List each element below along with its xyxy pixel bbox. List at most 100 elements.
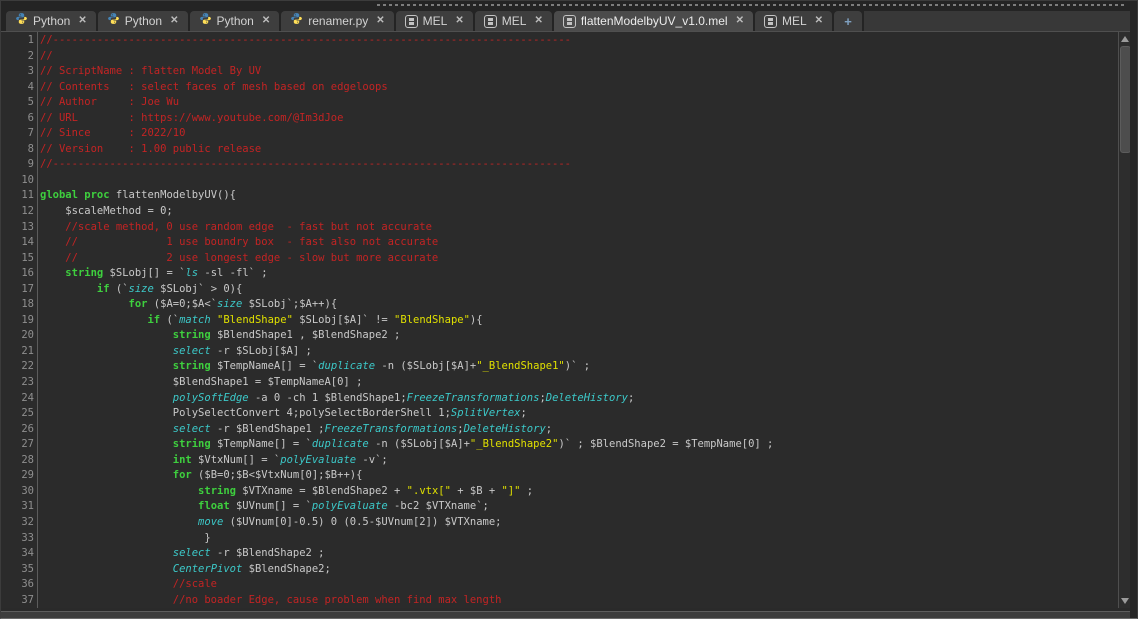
line-number: 21 — [21, 344, 34, 357]
code-line: // URL : https://www.youtube.com/@Im3dJo… — [40, 111, 1118, 127]
horizontal-scrollbar-thumb[interactable] — [1, 611, 1130, 618]
code-line: select -r $BlendShape2 ; — [40, 546, 1118, 562]
tab-close-icon[interactable]: ✕ — [455, 16, 463, 26]
code-token-string: "BlendShape" — [217, 313, 293, 326]
tab-mel[interactable]: MEL ✕ — [395, 11, 473, 31]
tab-flattenmodelbyuv-v1-0-mel[interactable]: flattenModelbyUV_v1.0.mel ✕ — [553, 11, 753, 31]
line-number: 2 — [27, 49, 34, 62]
code-editor[interactable]: 1 2 3 4 5 6 7 8 9 10 11 12 13 14 15 16 17 18 19 20 21 22 23 24 2… — [1, 32, 1118, 608]
code-token-default: -v`; — [356, 453, 388, 466]
code-token-comment: // 2 use longest edge - slow but more ac… — [40, 251, 439, 264]
code-line: $BlendShape1 = $TempNameA[0] ; — [40, 375, 1118, 391]
tab-close-icon[interactable]: ✕ — [534, 16, 542, 26]
code-token-default — [40, 298, 129, 310]
code-token-default: ($UVnum[0]-0.5) 0 (0.5-$UVnum[2]) $VTXna… — [223, 515, 502, 528]
code-token-keyword: string — [172, 438, 211, 451]
code-token-default — [40, 329, 173, 341]
code-token-comment: //--------------------------------------… — [40, 158, 572, 171]
code-token-default: (` — [109, 282, 129, 295]
scroll-down-arrow-icon[interactable] — [1121, 598, 1129, 604]
line-number: 19 — [21, 313, 34, 326]
code-line: string $SLobj[] = `ls -sl -fl` ; — [40, 266, 1118, 282]
line-number: 29 — [21, 469, 34, 482]
code-line: polySoftEdge -a 0 -ch 1 $BlendShape1;Fre… — [40, 391, 1118, 407]
code-token-string: "BlendShape" — [394, 313, 470, 326]
new-tab-button[interactable]: + — [834, 11, 863, 31]
code-token-default: )` ; $BlendShape2 = $TempName[0] ; — [558, 438, 774, 451]
tab-label: MEL — [501, 14, 527, 28]
mel-icon-dot — [767, 21, 773, 25]
code-token-command: size — [128, 282, 154, 295]
code-token-default: } — [40, 531, 211, 544]
mel-icon — [404, 14, 418, 28]
right-margin-strip — [1130, 1, 1137, 618]
tab-close-icon[interactable]: ✕ — [262, 16, 270, 26]
tab-close-icon[interactable]: ✕ — [78, 16, 86, 26]
code-line: CenterPivot $BlendShape2; — [40, 562, 1118, 578]
code-token-default: $SLobj[] = ` — [103, 267, 186, 280]
code-token-default — [40, 516, 198, 528]
code-line: } — [40, 531, 1118, 547]
tab-close-icon[interactable]: ✕ — [170, 16, 178, 26]
code-area[interactable]: //--------------------------------------… — [38, 32, 1118, 608]
tab-label: MEL — [422, 14, 448, 28]
code-token-command: polyEvaluate — [311, 500, 388, 513]
tab-python[interactable]: Python ✕ — [189, 11, 280, 31]
code-token-comment: // Version : 1.00 public release — [40, 142, 262, 155]
line-number: 8 — [27, 142, 34, 155]
code-line: if (`match "BlendShape" $SLobj[$A]` != "… — [40, 313, 1118, 329]
mel-icon-dot — [408, 21, 414, 25]
line-number: 11 — [21, 189, 34, 202]
scroll-up-arrow-icon[interactable] — [1121, 36, 1129, 42]
tab-close-icon[interactable]: ✕ — [376, 16, 384, 26]
code-token-command: size — [217, 298, 243, 311]
line-number: 12 — [21, 205, 34, 218]
code-token-default: -n ($SLobj[$A]+ — [368, 438, 470, 451]
code-token-comment: // 1 use boundry box - fast also not acc… — [40, 236, 439, 249]
code-line: //scale method, 0 use random edge - fast… — [40, 220, 1118, 236]
code-token-keyword: string — [172, 360, 211, 373]
code-token-command: match — [179, 313, 211, 326]
line-number: 32 — [21, 515, 34, 528]
code-token-default: -r $BlendShape1 ; — [210, 422, 325, 435]
mel-icon-dot — [767, 17, 773, 21]
tab-close-icon[interactable]: ✕ — [736, 16, 744, 26]
code-token-keyword: global proc — [40, 189, 110, 202]
code-token-command: select — [172, 547, 211, 560]
code-token-comment: //no boader Edge, cause problem when fin… — [40, 593, 502, 606]
line-number: 13 — [21, 220, 34, 233]
code-token-default — [40, 360, 173, 372]
code-token-default: -bc2 $VTXname`; — [387, 500, 489, 513]
plus-icon: + — [844, 13, 852, 29]
code-token-default — [40, 314, 147, 326]
code-token-command: select — [172, 422, 211, 435]
line-number: 4 — [27, 80, 34, 93]
code-token-default: ; — [520, 484, 534, 497]
code-token-default: $BlendShape1 = $TempNameA[0] ; — [40, 376, 363, 389]
tab-label: Python — [33, 14, 71, 28]
code-line: string $TempNameA[] = `duplicate -n ($SL… — [40, 359, 1118, 375]
mel-icon-dot — [566, 21, 572, 25]
code-token-default: PolySelectConvert 4;polySelectBorderShel… — [40, 407, 451, 420]
tab-mel[interactable]: MEL ✕ — [474, 11, 552, 31]
code-token-default: $SLobj` > 0){ — [153, 282, 243, 295]
drag-handle-dots[interactable] — [377, 4, 1127, 6]
code-token-string: "_BlendShape1" — [476, 360, 565, 373]
tab-mel[interactable]: MEL ✕ — [754, 11, 833, 31]
code-token-comment: // URL : https://www.youtube.com/@Im3dJo… — [40, 111, 344, 124]
code-line: // Version : 1.00 public release — [40, 142, 1118, 158]
line-number: 33 — [21, 531, 34, 544]
code-token-default — [40, 345, 173, 357]
code-line: //no boader Edge, cause problem when fin… — [40, 593, 1118, 608]
tab-renamer-py[interactable]: renamer.py ✕ — [281, 11, 394, 31]
tab-label: flattenModelbyUV_v1.0.mel — [580, 14, 728, 28]
tab-python[interactable]: Python ✕ — [97, 11, 188, 31]
horizontal-scrollbar[interactable] — [1, 608, 1132, 618]
code-line: select -r $SLobj[$A] ; — [40, 344, 1118, 360]
code-token-default: $SLobj`;$A++){ — [242, 298, 338, 311]
line-number-gutter: 1 2 3 4 5 6 7 8 9 10 11 12 13 14 15 16 17 18 19 20 21 22 23 24 2… — [1, 32, 38, 608]
code-line: // 2 use longest edge - slow but more ac… — [40, 251, 1118, 267]
tab-python[interactable]: Python ✕ — [6, 11, 96, 31]
tab-close-icon[interactable]: ✕ — [815, 16, 823, 26]
code-token-command: FreezeTransformations — [324, 422, 458, 435]
